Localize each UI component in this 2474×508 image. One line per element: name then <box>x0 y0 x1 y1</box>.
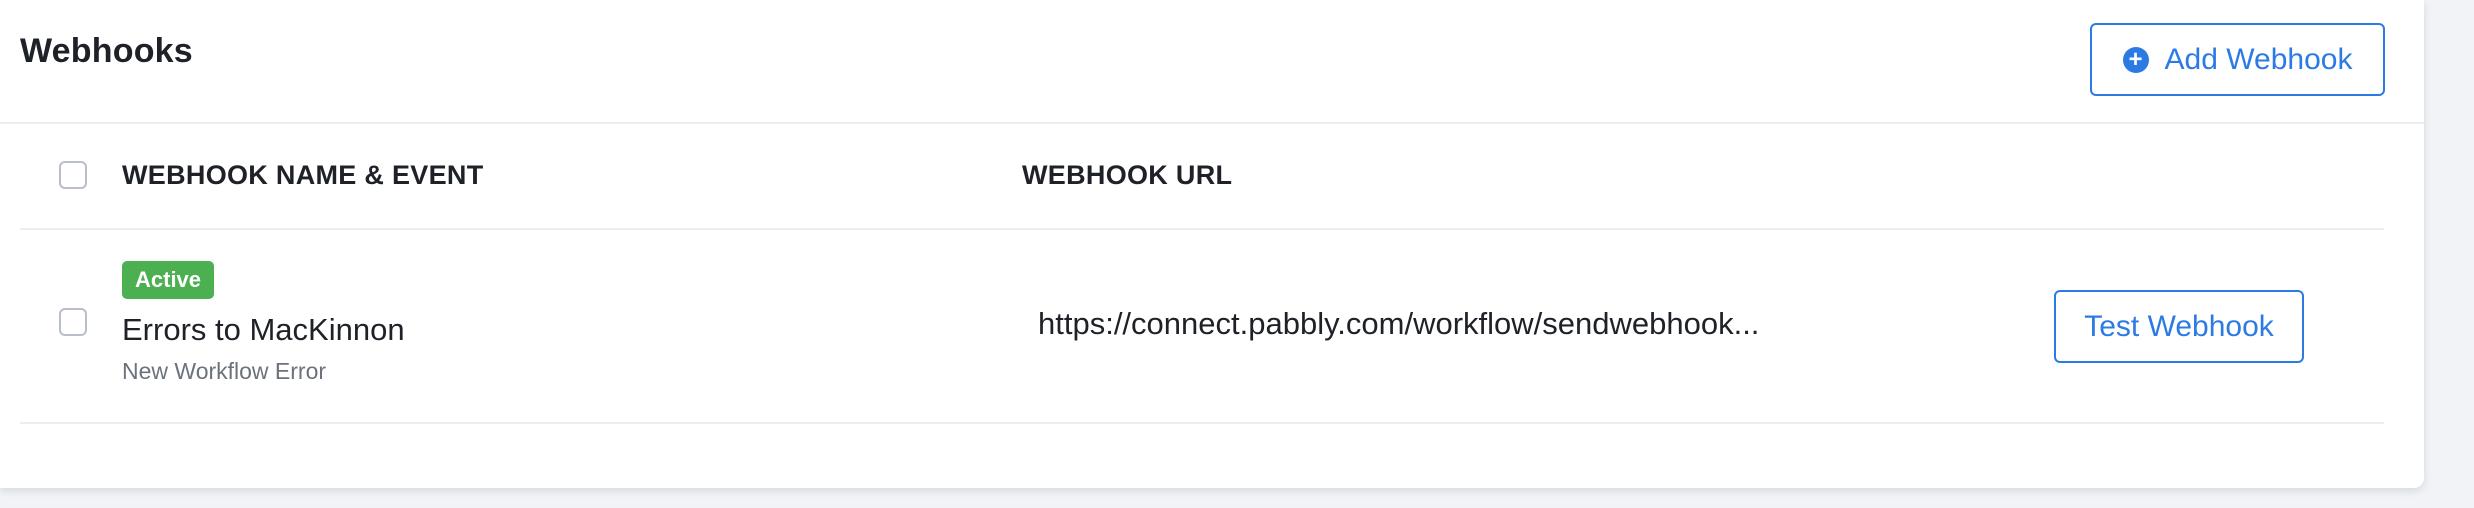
add-webhook-button[interactable]: + Add Webhook <box>2090 23 2385 96</box>
webhook-name: Errors to MacKinnon <box>122 312 405 347</box>
webhooks-card: Webhooks + Add Webhook WEBHOOK NAME & EV… <box>0 0 2424 488</box>
column-header-name-event: WEBHOOK NAME & EVENT <box>122 160 484 190</box>
page-title: Webhooks <box>20 32 193 70</box>
webhook-event: New Workflow Error <box>122 358 327 384</box>
add-webhook-label: Add Webhook <box>2164 42 2353 76</box>
select-all-checkbox[interactable] <box>59 161 87 189</box>
status-badge: Active <box>122 261 215 299</box>
table-header-row: WEBHOOK NAME & EVENT WEBHOOK URL <box>20 124 2384 230</box>
webhook-url: https://connect.pabbly.com/workflow/send… <box>1038 306 1760 341</box>
row-select-checkbox[interactable] <box>59 308 87 336</box>
table-row: Active Errors to MacKinnon New Workflow … <box>20 230 2384 424</box>
card-header: Webhooks + Add Webhook <box>0 0 2424 124</box>
test-webhook-button[interactable]: Test Webhook <box>2054 290 2304 363</box>
plus-circle-icon: + <box>2122 46 2149 73</box>
column-header-url: WEBHOOK URL <box>1022 160 1233 190</box>
